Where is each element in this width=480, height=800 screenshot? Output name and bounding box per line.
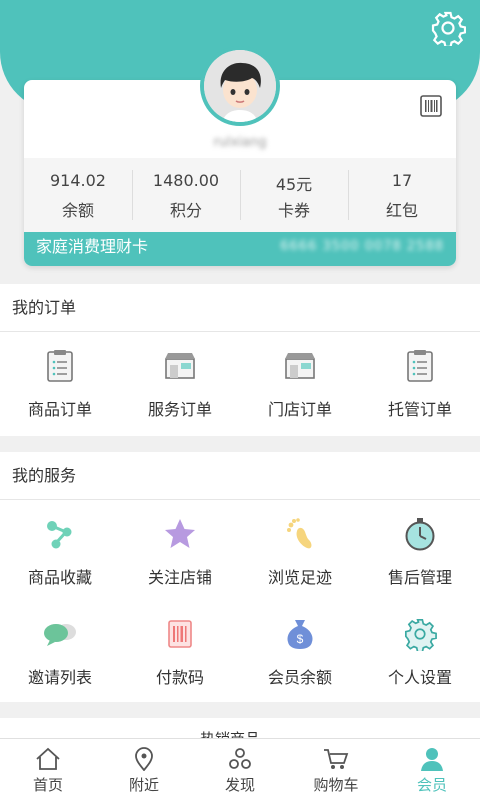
home-icon [36, 747, 60, 770]
star-icon [165, 519, 195, 548]
barcode-scan-icon[interactable] [420, 95, 442, 117]
service-orders-button[interactable]: 服务订单 [120, 332, 240, 432]
stat-coupons[interactable]: 45元卡券 [240, 158, 348, 232]
barcode-icon [168, 620, 192, 648]
orders-section: 我的订单 商品订单 服务订单 门店订单 托管订单 [0, 284, 480, 436]
stat-balance[interactable]: 914.02 余额 [24, 158, 132, 232]
discover-icon [229, 748, 251, 769]
followed-stores-label: 关注店铺 [147, 568, 212, 587]
share-nodes-icon [47, 521, 72, 549]
stat-value: 914.02 [50, 171, 106, 190]
clipboard-icon [407, 350, 433, 382]
stat-label: 卡券 [277, 201, 310, 220]
stat-label: 积分 [169, 201, 202, 220]
svg-text:$: $ [297, 632, 304, 646]
tab-cart-label: 购物车 [313, 776, 359, 794]
tab-member-label: 会员 [416, 776, 447, 794]
member-balance-button[interactable]: $ 会员余额 [240, 600, 360, 700]
custody-orders-button[interactable]: 托管订单 [360, 332, 480, 432]
after-sales-button[interactable]: 售后管理 [360, 500, 480, 600]
favorites-label: 商品收藏 [27, 568, 92, 587]
stopwatch-icon [405, 518, 435, 551]
store-orders-button[interactable]: 门店订单 [240, 332, 360, 432]
shop-icon [285, 353, 315, 379]
member-icon [421, 748, 443, 771]
avatar[interactable] [200, 46, 280, 126]
cart-icon [324, 749, 349, 769]
browse-history-button[interactable]: 浏览足迹 [240, 500, 360, 600]
browse-history-label: 浏览足迹 [267, 568, 332, 587]
tab-cart[interactable]: 购物车 [288, 739, 384, 800]
username: rulxiang [213, 135, 267, 150]
card-name: 家庭消费理财卡 [36, 237, 149, 256]
tab-home[interactable]: 首页 [0, 739, 96, 800]
money-bag-icon: $ [287, 620, 313, 649]
product-orders-label: 商品订单 [27, 400, 92, 419]
services-section-title: 我的服务 [0, 452, 480, 500]
payment-code-button[interactable]: 付款码 [120, 600, 240, 700]
bottom-tab-bar: 首页 附近 发现 购物车 会员 [0, 738, 480, 800]
store-orders-label: 门店订单 [267, 400, 332, 419]
avatar-cartoon-boy [204, 50, 276, 122]
stat-value: 45元 [275, 175, 313, 194]
stat-label: 红包 [385, 201, 418, 220]
stat-red-packets[interactable]: 17 红包 [348, 158, 456, 232]
custody-orders-label: 托管订单 [387, 400, 452, 419]
location-icon [135, 747, 153, 771]
personal-settings-label: 个人设置 [387, 668, 452, 687]
shop-icon [165, 353, 195, 379]
gear-icon [404, 618, 437, 651]
service-orders-label: 服务订单 [147, 400, 212, 419]
footprint-icon [287, 518, 312, 549]
orders-section-title: 我的订单 [0, 284, 480, 332]
settings-gear-icon[interactable] [430, 10, 466, 46]
tab-member[interactable]: 会员 [384, 739, 480, 800]
tab-discover-label: 发现 [224, 776, 255, 794]
after-sales-label: 售后管理 [387, 568, 452, 587]
hot-products-header: 热销商品 [0, 718, 480, 740]
stat-value: 1480.00 [152, 171, 220, 190]
tab-home-label: 首页 [32, 776, 63, 794]
product-orders-button[interactable]: 商品订单 [0, 332, 120, 432]
tab-nearby[interactable]: 附近 [96, 739, 192, 800]
services-section: 我的服务 商品收藏 关注店铺 浏览足迹 售后管理 邀请列表 付款码 $ 会员余额 [0, 452, 480, 702]
member-balance-label: 会员余额 [267, 668, 332, 687]
followed-stores-button[interactable]: 关注店铺 [120, 500, 240, 600]
chat-bubbles-icon [44, 624, 76, 646]
invite-list-button[interactable]: 邀请列表 [0, 600, 120, 700]
personal-settings-button[interactable]: 个人设置 [360, 600, 480, 700]
tab-discover[interactable]: 发现 [192, 739, 288, 800]
card-number: 6666 3500 0078 2588 [280, 239, 444, 254]
tab-nearby-label: 附近 [128, 776, 159, 794]
stat-value: 17 [391, 171, 413, 190]
stat-label: 余额 [61, 201, 94, 220]
clipboard-icon [47, 350, 73, 382]
card-info-bar[interactable]: 家庭消费理财卡 6666 3500 0078 2588 [24, 232, 456, 266]
stats-row: 914.02 余额 1480.00 积分 45元卡券 17 红包 [24, 158, 456, 232]
favorites-button[interactable]: 商品收藏 [0, 500, 120, 600]
stat-points[interactable]: 1480.00 积分 [132, 158, 240, 232]
payment-code-label: 付款码 [155, 668, 204, 687]
invite-list-label: 邀请列表 [27, 668, 92, 687]
